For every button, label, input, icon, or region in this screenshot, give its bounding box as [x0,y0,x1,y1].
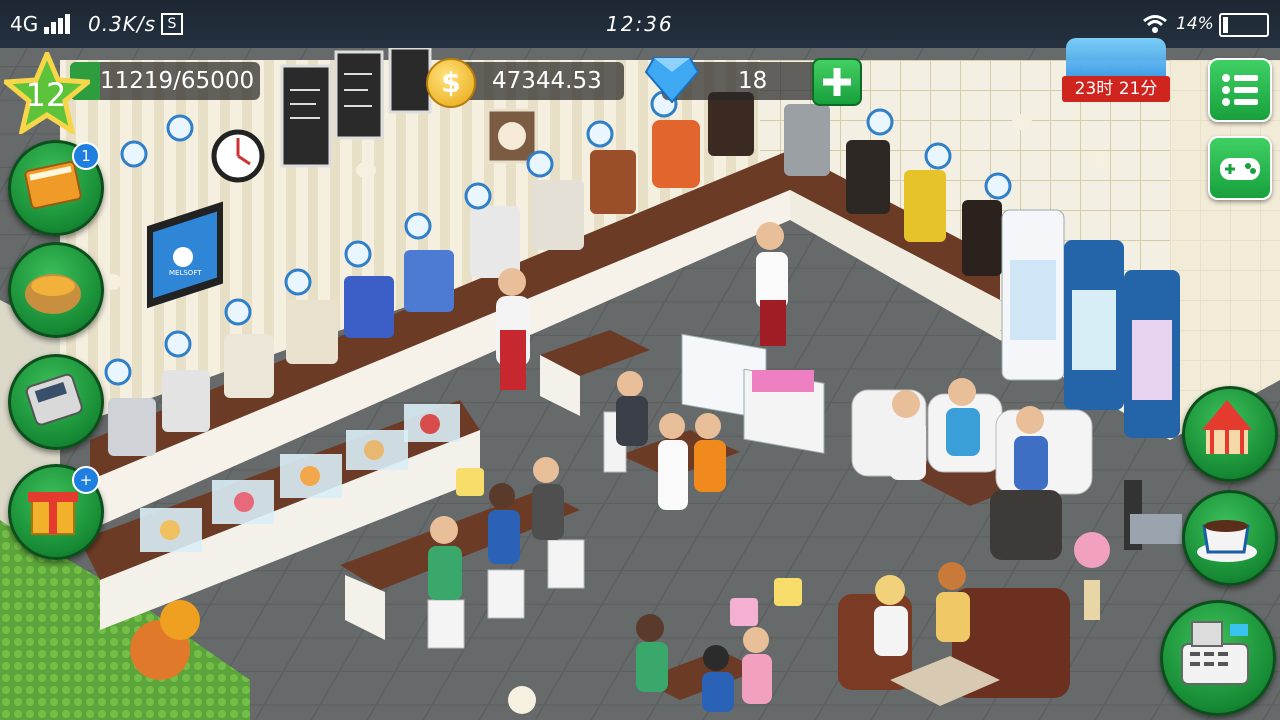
sim-icon: S [161,13,183,35]
latte-art [498,122,526,150]
menu-list-icon [1222,74,1258,106]
customer-green [428,516,462,600]
cash-register-icon [1181,621,1249,685]
cash-register-button[interactable] [1160,600,1276,716]
menu-button[interactable] [1208,58,1272,122]
recipes-badge: 1 [72,142,100,170]
coins-value: 47344.53 [492,68,602,94]
add-gems-button[interactable] [812,58,862,106]
games-button[interactable] [1208,136,1272,200]
waiter [756,222,788,346]
customer-hat [1014,406,1048,490]
floor-lamp [508,686,536,714]
network-type: 4G [10,12,39,36]
plus-icon [823,68,851,96]
wifi-icon [1143,15,1167,33]
customer-dining-1 [636,614,668,692]
battery-icon [1219,13,1269,37]
customer-red-hair [936,562,970,642]
experience-value: 11219/65000 [100,68,255,94]
battery-percent: 14% [1176,14,1214,34]
payment-button[interactable] [8,354,104,450]
wall-clock [211,129,265,183]
customer-dining-3 [742,627,772,704]
clock: 12:36 [606,12,674,36]
ingredients-button[interactable] [8,242,104,338]
coin-icon: $ [426,58,476,108]
event-timer: 23时 21分 [1062,76,1170,102]
payment-terminal-icon [25,373,83,426]
customer-blonde [874,575,908,656]
gifts-badge: + [72,466,100,494]
waiter-2 [658,413,688,510]
gems-value: 18 [738,68,768,94]
signal-icon [44,14,70,34]
tv-logo-text: MELSOFT [169,269,202,277]
experience-bar[interactable]: 11219/65000 [70,62,260,100]
events-button[interactable] [1182,386,1278,482]
coffee-cup-icon [1197,520,1257,562]
ingredients-icon [25,274,81,314]
cafe-scene[interactable]: MELSOFT [0,0,1280,720]
customer-nerd [946,378,980,456]
diamond-icon [644,57,700,104]
gamepad-icon [1220,158,1260,180]
waitress [496,268,530,390]
level-number: 12 [25,76,67,114]
coffee-shop-button[interactable] [1182,490,1278,586]
carnival-tent-icon [1202,400,1252,454]
network-speed: 0.3K/s [88,12,157,36]
